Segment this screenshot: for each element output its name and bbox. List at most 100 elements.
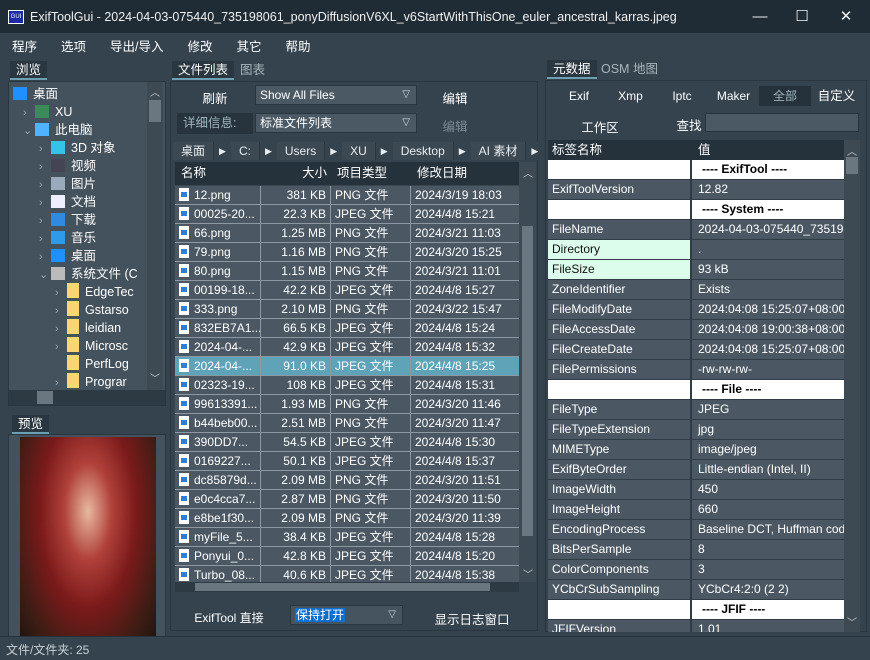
metadata-row[interactable]: FileTypeExtension jpg [548, 420, 844, 440]
close-button[interactable]: ✕ [824, 0, 868, 33]
find-input[interactable] [705, 113, 859, 132]
file-row[interactable]: Turbo_08... 40.6 KB JPEG 文件 2024/4/8 15:38 [175, 566, 519, 582]
filter--button[interactable]: 全部 [759, 86, 811, 106]
tree-item[interactable]: › Prograr [55, 373, 127, 390]
breadcrumb-arrow-icon[interactable]: ▶ [526, 142, 544, 160]
expand-chevron-icon[interactable]: ⌄ [23, 122, 35, 140]
file-row[interactable]: 00025-20... 22.3 KB JPEG 文件 2024/4/8 15:21 [175, 205, 519, 224]
file-row[interactable]: myFile_5... 38.4 KB JPEG 文件 2024/4/8 15:28 [175, 528, 519, 547]
expand-chevron-icon[interactable]: › [55, 302, 67, 320]
file-row[interactable]: 390DD7... 54.5 KB JPEG 文件 2024/4/8 15:30 [175, 433, 519, 452]
breadcrumb-item[interactable]: C: [231, 142, 260, 160]
column-name[interactable]: 名称 [181, 162, 206, 185]
file-row[interactable]: 12.png 381 KB PNG 文件 2024/3/19 18:03 [175, 186, 519, 205]
exiftool-direct-button[interactable]: ExifTool 直接 [192, 609, 266, 626]
metadata-row[interactable]: ImageHeight 660 [548, 500, 844, 520]
tree-item[interactable]: › leidian [55, 319, 121, 337]
keep-open-select[interactable]: 保持打开 ▽ [290, 605, 403, 625]
expand-chevron-icon[interactable]: › [23, 104, 35, 122]
tab-preview[interactable]: 预览 [12, 415, 50, 434]
filter-iptc-button[interactable]: Iptc [656, 86, 708, 106]
filter-maker-button[interactable]: Maker [708, 86, 760, 106]
metadata-row[interactable]: FileCreateDate 2024:04:08 15:25:07+08:00 [548, 340, 844, 360]
breadcrumb-item[interactable]: XU [342, 142, 376, 160]
metadata-row[interactable]: JFIFVersion 1.01 [548, 620, 844, 632]
expand-chevron-icon[interactable]: › [55, 338, 67, 356]
file-row[interactable]: Ponyui_0... 42.8 KB JPEG 文件 2024/4/8 15:20 [175, 547, 519, 566]
filter-xmp-button[interactable]: Xmp [605, 86, 657, 106]
tree-item[interactable]: › 图片 [39, 175, 96, 193]
file-row[interactable]: 79.png 1.16 MB PNG 文件 2024/3/20 15:25 [175, 243, 519, 262]
metadata-group-header[interactable]: ---- ExifTool ---- [548, 160, 844, 180]
tab-osm-map[interactable]: OSM 地图 [595, 60, 664, 79]
expand-chevron-icon[interactable]: › [39, 176, 51, 194]
metadata-vscrollbar[interactable]: ︿ ﹀ [844, 140, 860, 632]
menu-item[interactable]: 帮助 [274, 36, 323, 55]
column-tag-name[interactable]: 标签名称 [552, 140, 602, 160]
metadata-row[interactable]: FileAccessDate 2024:04:08 19:00:38+08:00 [548, 320, 844, 340]
metadata-row[interactable]: FileType JPEG [548, 400, 844, 420]
breadcrumb-arrow-icon[interactable]: ▶ [214, 142, 231, 160]
tree-item[interactable]: › XU [23, 103, 72, 121]
metadata-group-header[interactable]: ---- System ---- [548, 200, 844, 220]
details-select[interactable]: 标准文件列表 ▽ [255, 113, 417, 133]
metadata-row[interactable]: ExifToolVersion 12.82 [548, 180, 844, 200]
workspace-button[interactable]: 工作区 [575, 117, 625, 136]
tab-file-list[interactable]: 文件列表 [172, 61, 235, 80]
show-log-button[interactable]: 显示日志窗口 [430, 609, 514, 628]
expand-chevron-icon[interactable]: ⌄ [39, 266, 51, 284]
tree-vscrollbar[interactable]: ︿ ﹀ [147, 82, 163, 390]
tree-item[interactable]: › Microsc [55, 337, 128, 355]
column-value[interactable]: 值 [698, 140, 711, 160]
file-row[interactable]: dc85879d... 2.09 MB PNG 文件 2024/3/20 11:51 [175, 471, 519, 490]
tree-item[interactable]: 桌面 [13, 85, 58, 103]
breadcrumb-arrow-icon[interactable]: ▶ [325, 142, 343, 160]
column-date[interactable]: 修改日期 [417, 162, 467, 185]
expand-chevron-icon[interactable]: › [39, 194, 51, 212]
file-row[interactable]: 333.png 2.10 MB PNG 文件 2024/3/22 15:47 [175, 300, 519, 319]
expand-chevron-icon[interactable]: › [39, 248, 51, 266]
expand-chevron-icon[interactable]: › [55, 320, 67, 338]
tree-item[interactable]: › Gstarso [55, 301, 129, 319]
metadata-row[interactable]: FileSize 93 kB [548, 260, 844, 280]
metadata-row[interactable]: MIMEType image/jpeg [548, 440, 844, 460]
minimize-button[interactable]: — [738, 0, 782, 33]
file-filter-select[interactable]: Show All Files ▽ [255, 85, 417, 105]
file-row[interactable]: 02323-19... 108 KB JPEG 文件 2024/4/8 15:31 [175, 376, 519, 395]
tree-item[interactable]: ⌄ 此电脑 [23, 121, 93, 139]
expand-chevron-icon[interactable]: › [39, 212, 51, 230]
metadata-row[interactable]: FileName 2024-04-03-075440_735198061_pony… [548, 220, 844, 240]
menu-item[interactable]: 修改 [176, 36, 225, 55]
tab-chart[interactable]: 图表 [234, 61, 271, 80]
breadcrumb-item[interactable]: Desktop [393, 142, 454, 160]
file-row[interactable]: 66.png 1.25 MB PNG 文件 2024/3/21 11:03 [175, 224, 519, 243]
file-row[interactable]: e0c4cca7... 2.87 MB PNG 文件 2024/3/20 11:50 [175, 490, 519, 509]
metadata-row[interactable]: FilePermissions -rw-rw-rw- [548, 360, 844, 380]
file-row[interactable]: 00199-18... 42.2 KB JPEG 文件 2024/4/8 15:27 [175, 281, 519, 300]
metadata-group-header[interactable]: ---- File ---- [548, 380, 844, 400]
filter-exif-button[interactable]: Exif [553, 86, 605, 106]
metadata-row[interactable]: ImageWidth 450 [548, 480, 844, 500]
menu-item[interactable]: 其它 [225, 36, 274, 55]
tree-item[interactable]: ⌄ 系统文件 (C [39, 265, 138, 283]
column-type[interactable]: 项目类型 [337, 162, 387, 185]
column-size[interactable]: 大小 [261, 162, 327, 185]
metadata-row[interactable]: BitsPerSample 8 [548, 540, 844, 560]
metadata-row[interactable]: ZoneIdentifier Exists [548, 280, 844, 300]
breadcrumb-item[interactable]: Users [277, 142, 326, 160]
tree-hscrollbar[interactable] [9, 390, 165, 405]
edit-filter-button[interactable]: 编辑 [430, 88, 480, 107]
breadcrumb-item[interactable]: 桌面 [173, 142, 215, 160]
expand-chevron-icon[interactable]: › [55, 374, 67, 390]
tree-item[interactable]: › 视频 [39, 157, 96, 175]
refresh-button[interactable]: 刷新 [190, 88, 240, 107]
menu-item[interactable]: 导出/导入 [98, 36, 175, 55]
metadata-row[interactable]: EncodingProcess Baseline DCT, Huffman cod… [548, 520, 844, 540]
breadcrumb-arrow-icon[interactable]: ▶ [259, 142, 277, 160]
metadata-row[interactable]: ExifByteOrder Little-endian (Intel, II) [548, 460, 844, 480]
tab-browse[interactable]: 浏览 [10, 61, 48, 80]
file-row[interactable]: 2024-04-... 42.9 KB JPEG 文件 2024/4/8 15:32 [175, 338, 519, 357]
tab-metadata[interactable]: 元数据 [547, 60, 597, 79]
file-vscrollbar[interactable]: ︿ ﹀ [519, 162, 536, 582]
file-row[interactable]: 80.png 1.15 MB PNG 文件 2024/3/21 11:01 [175, 262, 519, 281]
